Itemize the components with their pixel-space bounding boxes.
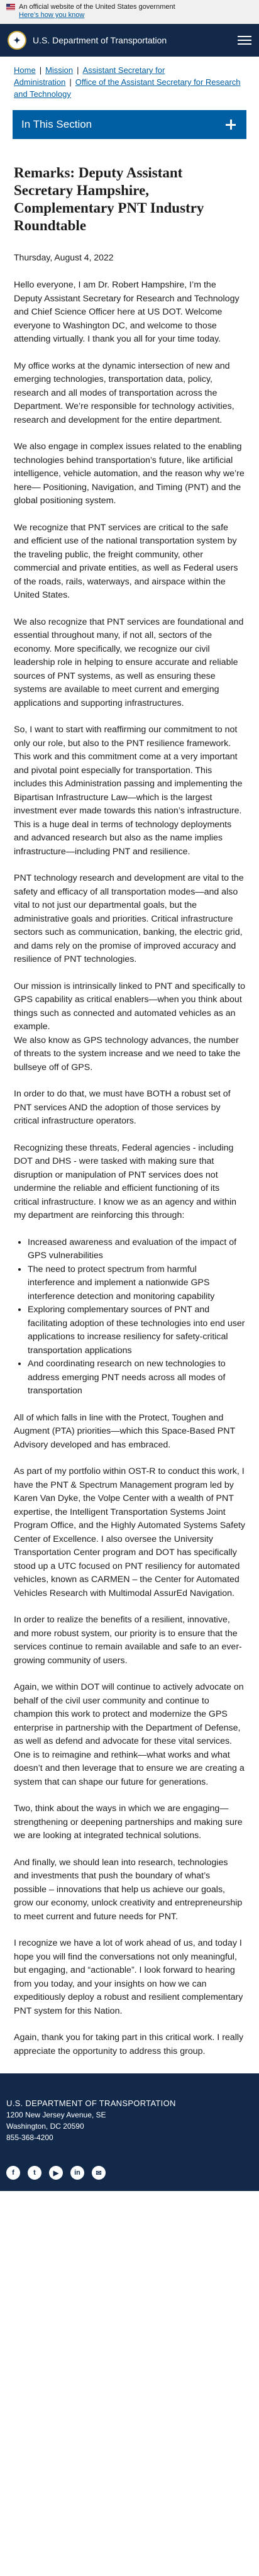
paragraph: In order to realize the benefits of a re… xyxy=(14,1615,242,1666)
paragraph: Our mission is intrinsically linked to P… xyxy=(14,981,245,1032)
footer-address: 1200 New Jersey Avenue, SE Washington, D… xyxy=(6,2109,253,2143)
paragraph: As part of my portfolio within OST-R to … xyxy=(14,1466,246,1598)
paragraph: So, I want to start with reaffirming our… xyxy=(14,725,238,749)
paragraph: This work and this commitment come at a … xyxy=(14,752,243,857)
article-date: Thursday, August 4, 2022 xyxy=(14,252,114,262)
page-title: Remarks: Deputy Assistant Secretary Hamp… xyxy=(14,165,204,233)
plus-icon xyxy=(224,118,238,131)
article-body: Hello everyone, I am Dr. Robert Hampshir… xyxy=(14,279,245,2058)
email-icon[interactable]: ✉ xyxy=(92,2166,106,2180)
paragraph: We recognize that PNT services are criti… xyxy=(14,522,238,601)
footer-phone[interactable]: 855-368-4200 xyxy=(6,2132,253,2143)
paragraph: One is to reimagine and rethink—what wor… xyxy=(14,1749,245,1787)
us-flag-icon xyxy=(6,4,15,10)
linkedin-icon[interactable]: in xyxy=(70,2166,84,2180)
site-footer: U.S. DEPARTMENT OF TRANSPORTATION 1200 N… xyxy=(0,2073,259,2191)
youtube-icon[interactable]: ▶ xyxy=(49,2166,63,2180)
paragraph: We also know as GPS technology advances,… xyxy=(14,1035,241,1073)
paragraph: Two, think about the ways in which we ar… xyxy=(14,1804,243,1841)
footer-city: Washington, DC 20590 xyxy=(6,2122,84,2131)
footer-org-name: U.S. DEPARTMENT OF TRANSPORTATION xyxy=(6,2099,176,2108)
paragraph: My office works at the dynamic intersect… xyxy=(14,360,234,425)
gov-banner: An official website of the United States… xyxy=(0,0,259,24)
paragraph: Recognizing these threats, Federal agenc… xyxy=(14,1142,237,1221)
in-this-section-toggle[interactable]: In This Section xyxy=(13,110,246,139)
in-this-section-label: In This Section xyxy=(21,118,92,130)
article: Remarks: Deputy Assistant Secretary Hamp… xyxy=(0,164,259,2058)
paragraph: And finally, we should lean into researc… xyxy=(14,1857,243,1922)
priorities-list: Increased awareness and evaluation of th… xyxy=(28,1236,245,1398)
gov-banner-text: An official website of the United States… xyxy=(19,3,175,11)
paragraph: Hello everyone, I am Dr. Robert Hampshir… xyxy=(14,280,240,344)
paragraph: We also recognize that PNT services are … xyxy=(14,616,244,708)
gov-banner-link[interactable]: Here’s how you know xyxy=(19,11,84,19)
breadcrumb-mission[interactable]: Mission xyxy=(45,65,73,75)
facebook-icon[interactable]: f xyxy=(6,2166,20,2180)
paragraph: PNT technology research and development … xyxy=(14,873,244,964)
menu-icon[interactable] xyxy=(238,36,251,45)
paragraph: We also engage in complex issues related… xyxy=(14,442,245,506)
list-item: Increased awareness and evaluation of th… xyxy=(28,1236,245,1263)
paragraph: Again, we within DOT will continue to ac… xyxy=(14,1682,244,1746)
paragraph: In order to do that, we must have BOTH a… xyxy=(14,1089,231,1126)
list-item: Exploring complementary sources of PNT a… xyxy=(28,1303,245,1358)
list-item: The need to protect spectrum from harmfu… xyxy=(28,1263,245,1304)
site-header: ✦ U.S. Department of Transportation xyxy=(0,24,259,57)
social-links: f t ▶ in ✉ xyxy=(6,2166,253,2180)
breadcrumb-home[interactable]: Home xyxy=(14,65,36,75)
breadcrumb: Home | Mission | Assistant Secretary for Adm… xyxy=(14,65,241,99)
dot-seal-icon[interactable]: ✦ xyxy=(8,31,26,50)
footer-street: 1200 New Jersey Avenue, SE xyxy=(6,2110,106,2119)
paragraph: All of which falls in line with the Prot… xyxy=(14,1412,235,1450)
twitter-icon[interactable]: t xyxy=(28,2166,41,2180)
site-title[interactable]: U.S. Department of Transportation xyxy=(33,35,238,45)
paragraph: Again, thank you for taking part in this… xyxy=(14,2032,244,2056)
list-item: And coordinating research on new technol… xyxy=(28,1358,245,1398)
paragraph: I recognize we have a lot of work ahead … xyxy=(14,1938,243,2016)
